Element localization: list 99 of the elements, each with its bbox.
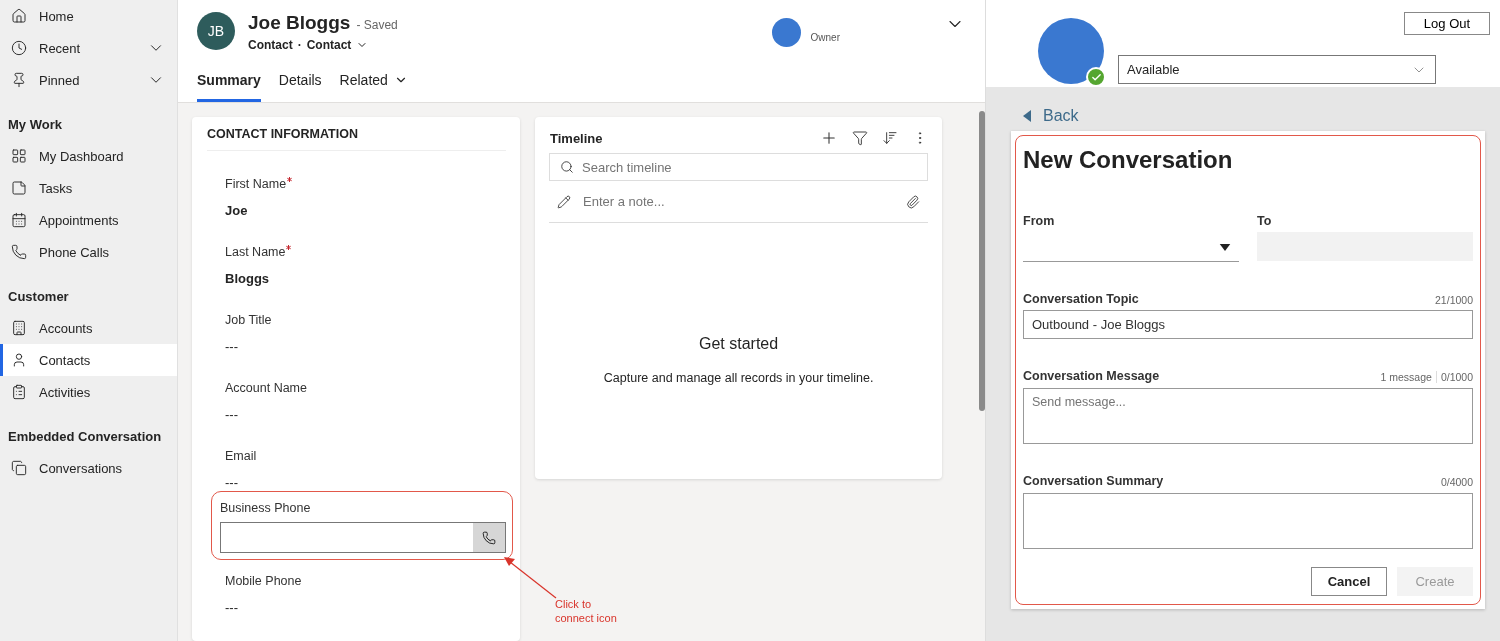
nav-label: Home: [39, 8, 75, 24]
field-label: To: [1257, 214, 1273, 228]
nav-item[interactable]: Appointments: [0, 204, 177, 236]
required-asterisk-icon: [287, 177, 293, 182]
search-input[interactable]: Search timeline: [580, 158, 918, 176]
char-counter: 0/4000: [1440, 476, 1473, 488]
nav-item[interactable]: Contacts: [0, 344, 177, 376]
pin-icon: [11, 72, 27, 88]
person-icon: [11, 352, 27, 368]
search-icon: [560, 160, 574, 174]
nav-label: Contacts: [39, 352, 92, 368]
field-value: Joe: [225, 203, 249, 218]
owner-label: Owner: [810, 32, 840, 43]
tab[interactable]: Details: [278, 64, 322, 102]
pencil-icon: [557, 194, 571, 209]
field-value: Bloggs: [225, 271, 271, 286]
nav-label: Conversations: [39, 460, 124, 476]
nav-item[interactable]: Pinned: [0, 64, 177, 96]
field-label: From: [1023, 214, 1056, 228]
nav-section-title: Customer: [7, 287, 70, 306]
card-title: Timeline: [549, 130, 604, 146]
annotation-text: Click to connect icon: [555, 597, 618, 625]
cancel-button[interactable]: Cancel: [1311, 567, 1387, 596]
tab[interactable]: Summary: [197, 64, 261, 102]
nav-label: Recent: [39, 40, 82, 56]
call-button[interactable]: [473, 523, 505, 552]
field-label: Conversation Message: [1023, 369, 1160, 383]
nav-label: Activities: [39, 384, 92, 400]
caret-down-icon: [1219, 244, 1231, 251]
separator-dot: ·: [297, 38, 302, 52]
owner-avatar: [771, 18, 801, 47]
summary-input[interactable]: [1023, 493, 1473, 549]
field-value: ---: [225, 600, 239, 615]
field-label: Email: [225, 449, 258, 463]
nav-item[interactable]: Activities: [0, 376, 177, 408]
annotation-arrow: [504, 557, 557, 599]
phone-icon: [482, 530, 496, 545]
phone-icon: [11, 244, 27, 260]
field-label: Business Phone: [220, 501, 312, 515]
document-icon: [11, 180, 27, 196]
scrollbar[interactable]: [979, 111, 985, 411]
calendar-icon: [11, 212, 27, 228]
empty-title: Get started: [699, 335, 779, 353]
field-label: Job Title: [225, 313, 273, 327]
logout-button[interactable]: Log Out: [1404, 12, 1490, 35]
char-counter: 0/1000: [1440, 371, 1473, 383]
search-field[interactable]: Search timeline: [549, 153, 929, 181]
form-selector[interactable]: Contact: [306, 38, 352, 52]
clipboard-icon: [11, 384, 27, 400]
dashboard-icon: [11, 148, 27, 164]
building-icon: [11, 320, 27, 336]
nav-item[interactable]: Accounts: [0, 312, 177, 344]
char-counter: 21/1000: [1435, 294, 1473, 306]
message-input[interactable]: Send message...: [1023, 388, 1473, 444]
nav-label: Phone Calls: [39, 244, 111, 260]
empty-text: Capture and manage all records in your timeline.: [603, 371, 874, 385]
triangle-left-icon: [1023, 110, 1031, 122]
nav-section-title: Embedded Conversation: [7, 427, 163, 446]
copy-icon: [11, 460, 27, 476]
paperclip-icon[interactable]: [906, 194, 921, 209]
note-field[interactable]: Enter a note...: [581, 193, 897, 210]
field-label: Conversation Summary: [1023, 474, 1164, 488]
nav-section-title: My Work: [7, 115, 63, 134]
home-icon: [11, 8, 27, 24]
field-label: Conversation Topic: [1023, 292, 1139, 306]
presence-dropdown[interactable]: Available: [1118, 55, 1436, 84]
topic-input[interactable]: Outbound - Joe Bloggs: [1023, 310, 1473, 339]
field-value: ---: [225, 407, 239, 422]
phone-field[interactable]: [220, 522, 506, 553]
field-label: Account Name: [225, 381, 308, 395]
nav-item[interactable]: Recent: [0, 32, 177, 64]
field-label: Last Name: [225, 245, 506, 259]
card-title: CONTACT INFORMATION: [207, 125, 506, 151]
nav-label: Appointments: [39, 212, 120, 228]
back-link[interactable]: Back: [1023, 107, 1500, 125]
nav-item[interactable]: Phone Calls: [0, 236, 177, 268]
filter-icon[interactable]: [852, 130, 869, 146]
record-name: Joe Bloggs: [248, 12, 351, 33]
field-value: ---: [225, 339, 239, 354]
nav-label: Tasks: [39, 180, 74, 196]
field-label: First Name: [225, 177, 506, 191]
nav-label: My Dashboard: [39, 148, 125, 164]
nav-item[interactable]: Home: [0, 0, 177, 32]
field-value: ---: [225, 475, 239, 490]
nav-item[interactable]: Tasks: [0, 172, 177, 204]
required-asterisk-icon: [286, 245, 292, 250]
field-label: Mobile Phone: [225, 574, 303, 588]
nav-label: Pinned: [39, 72, 81, 88]
entity-label: Contact: [248, 38, 293, 52]
message-count: 1 message: [1380, 371, 1432, 383]
nav-label: Accounts: [39, 320, 94, 336]
clock-icon: [11, 40, 27, 56]
form-title: New Conversation: [1023, 146, 1234, 174]
nav-item[interactable]: Conversations: [0, 452, 177, 484]
nav-item[interactable]: My Dashboard: [0, 140, 177, 172]
save-status: - Saved: [356, 18, 398, 32]
sort-icon[interactable]: [882, 130, 899, 146]
tab[interactable]: Related: [339, 64, 408, 102]
avatar-initials: JB: [197, 12, 235, 50]
